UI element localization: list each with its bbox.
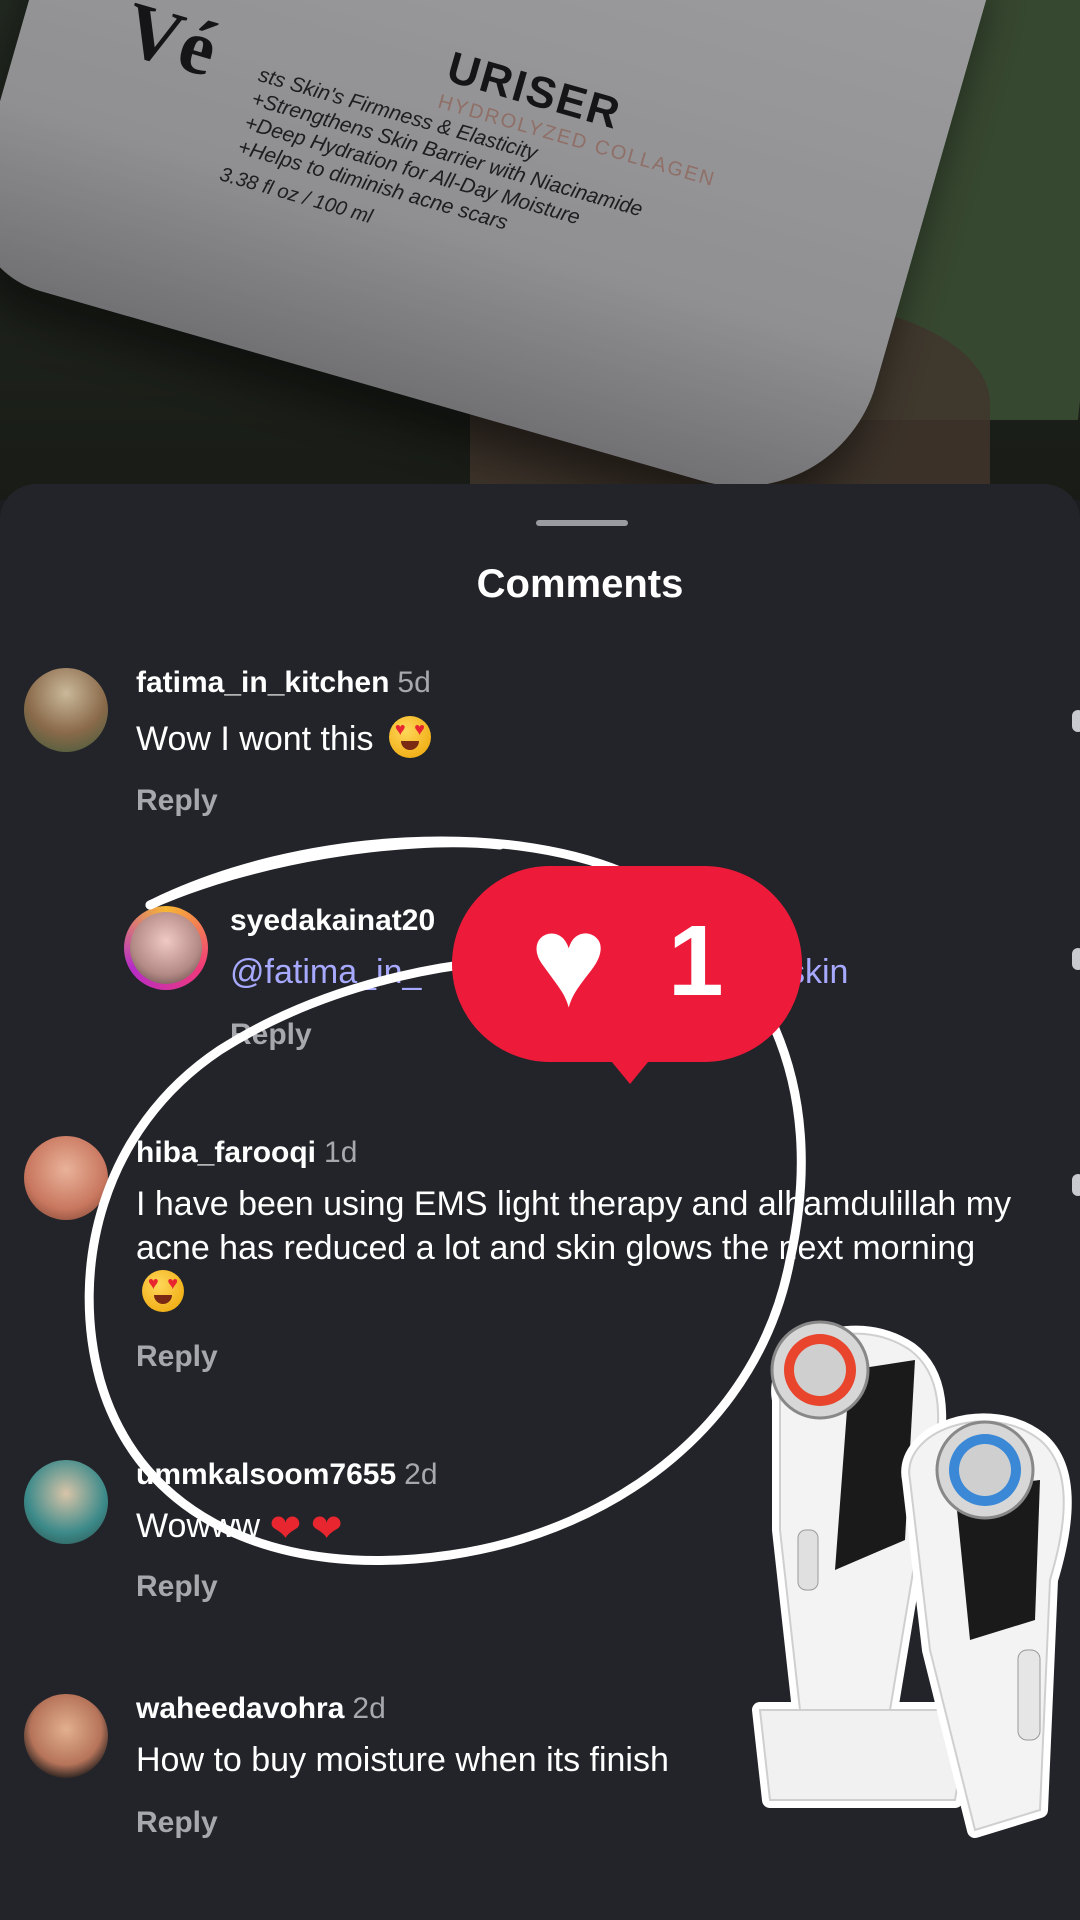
comment-header: hiba_farooqi 1d bbox=[136, 1136, 357, 1170]
comment-username[interactable]: syedakainat20 bbox=[230, 904, 435, 937]
comment-body: How to buy moisture when its finish bbox=[136, 1741, 669, 1779]
avatar[interactable] bbox=[24, 1460, 108, 1544]
avatar[interactable] bbox=[24, 1694, 108, 1778]
comment-header: fatima_in_kitchen 5d bbox=[136, 666, 431, 700]
comment-header: syedakainat20 bbox=[230, 904, 435, 938]
comment-text: Wow I wont this bbox=[136, 716, 1006, 761]
comment-time: 2d bbox=[404, 1458, 438, 1491]
comment-mention[interactable]: @fatima_in_ bbox=[230, 953, 421, 991]
reply-button[interactable]: Reply bbox=[136, 1570, 218, 1604]
reply-button[interactable]: Reply bbox=[136, 1806, 218, 1840]
comment-username[interactable]: waheedavohra bbox=[136, 1692, 344, 1725]
avatar[interactable] bbox=[24, 1136, 108, 1220]
reply-button[interactable]: Reply bbox=[136, 784, 218, 818]
reply-button[interactable]: Reply bbox=[230, 1018, 312, 1052]
avatar[interactable] bbox=[24, 668, 108, 752]
sheet-title: Comments bbox=[476, 562, 684, 606]
sheet-grabber-handle[interactable] bbox=[536, 520, 628, 526]
comment-time: 5d bbox=[397, 666, 431, 699]
like-button-icon[interactable] bbox=[1072, 948, 1080, 970]
red-heart-emoji-icon: ❤ bbox=[310, 1508, 343, 1550]
background-product-photo: Vé URISER HYDROLYZED COLLAGEN sts Skin's… bbox=[0, 0, 1080, 500]
comment-username[interactable]: fatima_in_kitchen bbox=[136, 666, 389, 699]
comment-username[interactable]: hiba_farooqi bbox=[136, 1136, 316, 1169]
avatar[interactable] bbox=[124, 906, 208, 990]
comment-header: waheedavohra 2d bbox=[136, 1692, 386, 1726]
comment-body: I have been using EMS light therapy and … bbox=[136, 1185, 1012, 1267]
comment-time: 2d bbox=[352, 1692, 386, 1725]
ems-device-sticker bbox=[752, 1320, 1072, 1838]
heart-icon: ♥ bbox=[530, 888, 608, 1034]
photo-dim-overlay bbox=[0, 0, 1080, 500]
like-button-icon[interactable] bbox=[1072, 710, 1080, 732]
comment-header: ummkalsoom7655 2d bbox=[136, 1458, 438, 1492]
reply-button[interactable]: Reply bbox=[136, 1340, 218, 1374]
comment-body: Wowww bbox=[136, 1507, 261, 1545]
like-notification-badge: ♥ 1 bbox=[452, 866, 802, 1084]
heart-eyes-emoji-icon bbox=[388, 716, 431, 758]
comment-text-tail: skin bbox=[788, 953, 849, 991]
avatar-photo bbox=[130, 912, 202, 984]
heart-eyes-emoji-icon bbox=[142, 1270, 184, 1312]
comment-username[interactable]: ummkalsoom7655 bbox=[136, 1458, 396, 1491]
like-count: 1 bbox=[668, 905, 724, 1017]
like-button-icon[interactable] bbox=[1072, 1174, 1080, 1196]
red-heart-emoji-icon: ❤ bbox=[269, 1508, 302, 1550]
comment-body: Wow I wont this bbox=[136, 720, 374, 758]
comment-time: 1d bbox=[324, 1136, 358, 1169]
